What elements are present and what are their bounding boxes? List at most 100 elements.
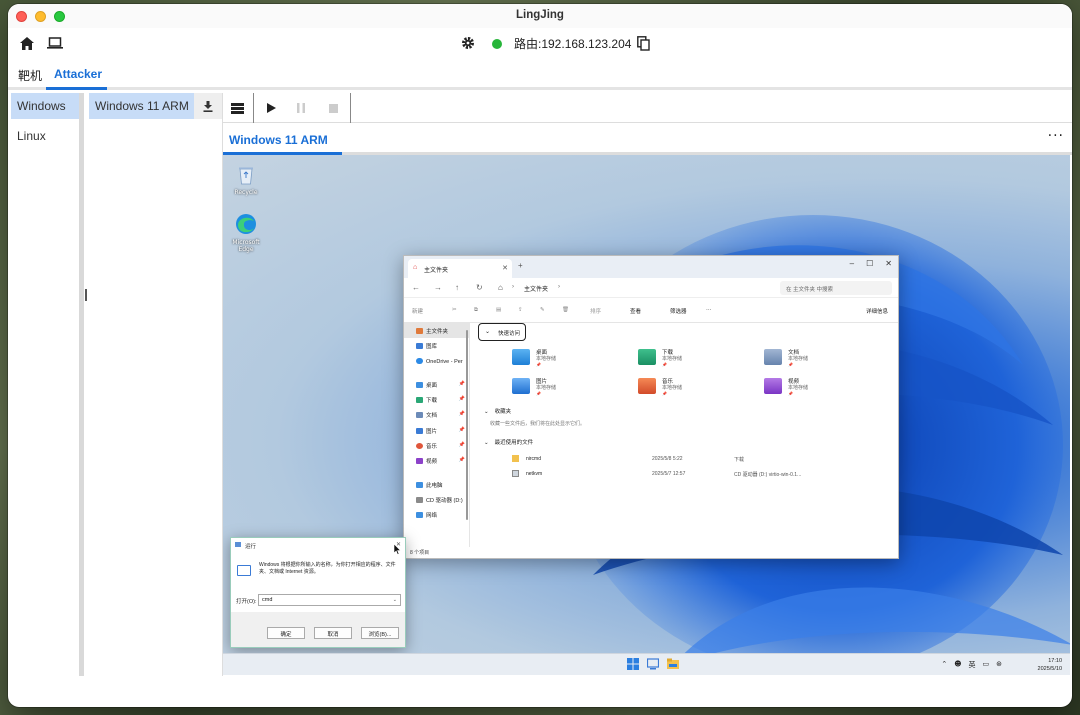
play-icon[interactable] <box>257 93 285 123</box>
view-button[interactable]: 查看 <box>630 307 641 315</box>
recent-file-row[interactable]: nircmd 2025/5/8 5:22 下载 <box>512 454 892 466</box>
explorer-search-input[interactable]: 在 主文件夹 中搜索 <box>780 281 892 295</box>
vm-toolbar <box>223 93 1072 123</box>
copy-file-icon[interactable]: ⧉ <box>474 307 478 314</box>
pin-icon: 📌 <box>788 391 793 396</box>
file-explorer-taskbar-icon[interactable] <box>667 658 679 670</box>
run-dialog-buttons: 确定 取消 浏览(B)... <box>231 627 405 639</box>
nav-item-desktop[interactable]: 桌面 📌 <box>404 377 469 392</box>
run-taskbar-icon[interactable] <box>647 658 659 670</box>
folder-desktop[interactable]: 桌面 本地存储 📌 <box>512 347 602 369</box>
display-icon[interactable]: ▭ <box>983 660 990 670</box>
new-tab-icon[interactable]: + <box>518 261 523 270</box>
vm-list: Windows 11 ARM <box>89 93 223 676</box>
share-icon[interactable]: ⇪ <box>518 307 523 313</box>
nav-item-gallery[interactable]: 图库 <box>404 338 469 353</box>
tab-attacker[interactable]: Attacker <box>54 67 102 81</box>
sort-button[interactable]: 排序 <box>590 307 601 315</box>
nav-label: 下载 <box>426 398 438 405</box>
nav-item-this-pc[interactable]: 此电脑 <box>404 477 469 492</box>
nav-item-music[interactable]: 音乐 📌 <box>404 438 469 453</box>
nav-item-home[interactable]: 主文件夹 <box>404 323 469 339</box>
back-arrow-icon[interactable]: ← <box>412 283 420 292</box>
nav-label: CD 驱动器 (D:) <box>426 497 463 504</box>
ime-indicator[interactable]: 英 <box>969 660 976 670</box>
nav-item-documents[interactable]: 文档 📌 <box>404 407 469 422</box>
chevron-up-icon[interactable]: ⌃ <box>941 660 947 670</box>
pause-icon[interactable] <box>287 93 315 123</box>
os-category-list: Windows Linux <box>11 93 84 676</box>
os-item-linux[interactable]: Linux <box>11 123 79 149</box>
quick-access-label: 快速访问 <box>498 331 521 337</box>
nav-item-downloads[interactable]: 下载 📌 <box>404 392 469 407</box>
settings-gear-icon[interactable] <box>459 34 477 52</box>
onedrive-icon <box>416 357 423 364</box>
stop-icon[interactable] <box>319 93 347 123</box>
more-commands-button[interactable]: ··· <box>706 307 712 313</box>
folder-pictures[interactable]: 图片 本地存储 📌 <box>512 376 602 398</box>
people-icon[interactable]: ☻ <box>954 660 961 670</box>
run-command-input[interactable]: cmd ⌄ <box>258 594 401 606</box>
nav-item-cd-drive[interactable]: CD 驱动器 (D:) <box>404 492 469 507</box>
vm-item[interactable]: Windows 11 ARM <box>89 93 222 119</box>
recent-files-label: 最近使用的文件 <box>494 440 534 446</box>
explorer-address-bar: ← → ↑ ↻ ⌂ › 主文件夹 › 在 主文件夹 中搜索 <box>404 278 898 298</box>
taskbar-clock[interactable]: 17:10 2025/5/10 <box>1038 657 1062 673</box>
os-item-windows[interactable]: Windows <box>11 93 79 119</box>
folder-videos[interactable]: 视频 本地存储 📌 <box>764 376 854 398</box>
list-view-icon[interactable] <box>223 93 251 123</box>
cut-icon[interactable]: ✂ <box>452 307 457 313</box>
pictures-folder-icon <box>512 378 530 394</box>
quick-access-header[interactable]: ⌄ 快速访问 <box>478 323 526 341</box>
home-breadcrumb-icon[interactable]: ⌂ <box>498 283 503 292</box>
rename-icon[interactable]: ✎ <box>540 307 545 313</box>
explorer-tab[interactable]: ⌂ 主文件夹 ✕ <box>408 259 512 278</box>
breadcrumb[interactable]: 主文件夹 <box>524 284 548 293</box>
nav-item-pictures[interactable]: 图片 📌 <box>404 423 469 438</box>
vm-desktop-screen[interactable]: Recycle Microsoft Edge ⌂ 主文件夹 ✕ + – ☐ ✕ <box>223 155 1070 675</box>
more-options-icon[interactable]: ··· <box>1048 128 1064 144</box>
nav-pane-scrollbar[interactable] <box>466 330 468 520</box>
forward-arrow-icon[interactable]: → <box>434 283 442 292</box>
paste-icon[interactable]: ▤ <box>496 307 501 313</box>
recent-file-row[interactable]: netkvm 2025/5/7 12:57 CD 驱动器 (D:) virtio… <box>512 469 892 481</box>
up-arrow-icon[interactable]: ↑ <box>455 283 459 292</box>
laptop-icon[interactable] <box>46 34 64 52</box>
favorites-header[interactable]: ⌄ 收藏夹 <box>484 407 511 415</box>
ok-button[interactable]: 确定 <box>267 627 305 639</box>
home-icon[interactable] <box>18 34 36 52</box>
recent-file-date: 2025/5/7 12:57 <box>652 471 686 477</box>
filter-button[interactable]: 筛选器 <box>670 307 687 315</box>
pane-splitter-handle[interactable] <box>85 289 87 301</box>
copy-icon[interactable] <box>634 34 652 52</box>
nav-item-network[interactable]: 网络 <box>404 507 469 522</box>
browse-button[interactable]: 浏览(B)... <box>361 627 399 639</box>
delete-icon[interactable]: 🗑 <box>562 307 569 313</box>
network-icon[interactable]: ⊛ <box>996 660 1002 670</box>
nav-item-videos[interactable]: 视频 📌 <box>404 453 469 468</box>
recent-files-header[interactable]: ⌄ 最近使用的文件 <box>484 438 533 446</box>
start-menu-icon[interactable] <box>627 658 639 670</box>
folder-music[interactable]: 音乐 本地存储 📌 <box>638 376 728 398</box>
pin-icon: 📌 <box>458 380 465 387</box>
nav-item-onedrive[interactable]: OneDrive - Per <box>404 354 469 369</box>
vm-item-label[interactable]: Windows 11 ARM <box>89 93 194 119</box>
tab-target[interactable]: 靶机 <box>18 67 42 84</box>
close-icon[interactable]: ✕ <box>885 259 892 268</box>
cancel-button[interactable]: 取消 <box>314 627 352 639</box>
minimize-icon[interactable]: – <box>850 259 854 268</box>
folder-documents[interactable]: 文档 本地存储 📌 <box>764 347 854 369</box>
download-icon[interactable] <box>194 93 222 119</box>
documents-icon <box>416 412 423 419</box>
recycle-bin-desktop-icon[interactable]: Recycle <box>230 165 262 196</box>
refresh-icon[interactable]: ↻ <box>476 283 483 292</box>
recycle-bin-icon <box>239 167 253 185</box>
edge-desktop-icon[interactable]: Microsoft Edge <box>230 213 262 253</box>
details-pane-button[interactable]: 详细信息 <box>866 307 888 315</box>
new-button[interactable]: 新建 <box>412 307 423 315</box>
maximize-icon[interactable]: ☐ <box>866 259 873 268</box>
home-folder-icon: ⌂ <box>413 264 418 271</box>
chevron-down-icon[interactable]: ⌄ <box>393 597 397 603</box>
close-tab-icon[interactable]: ✕ <box>502 264 508 272</box>
folder-downloads[interactable]: 下载 本地存储 📌 <box>638 347 728 369</box>
